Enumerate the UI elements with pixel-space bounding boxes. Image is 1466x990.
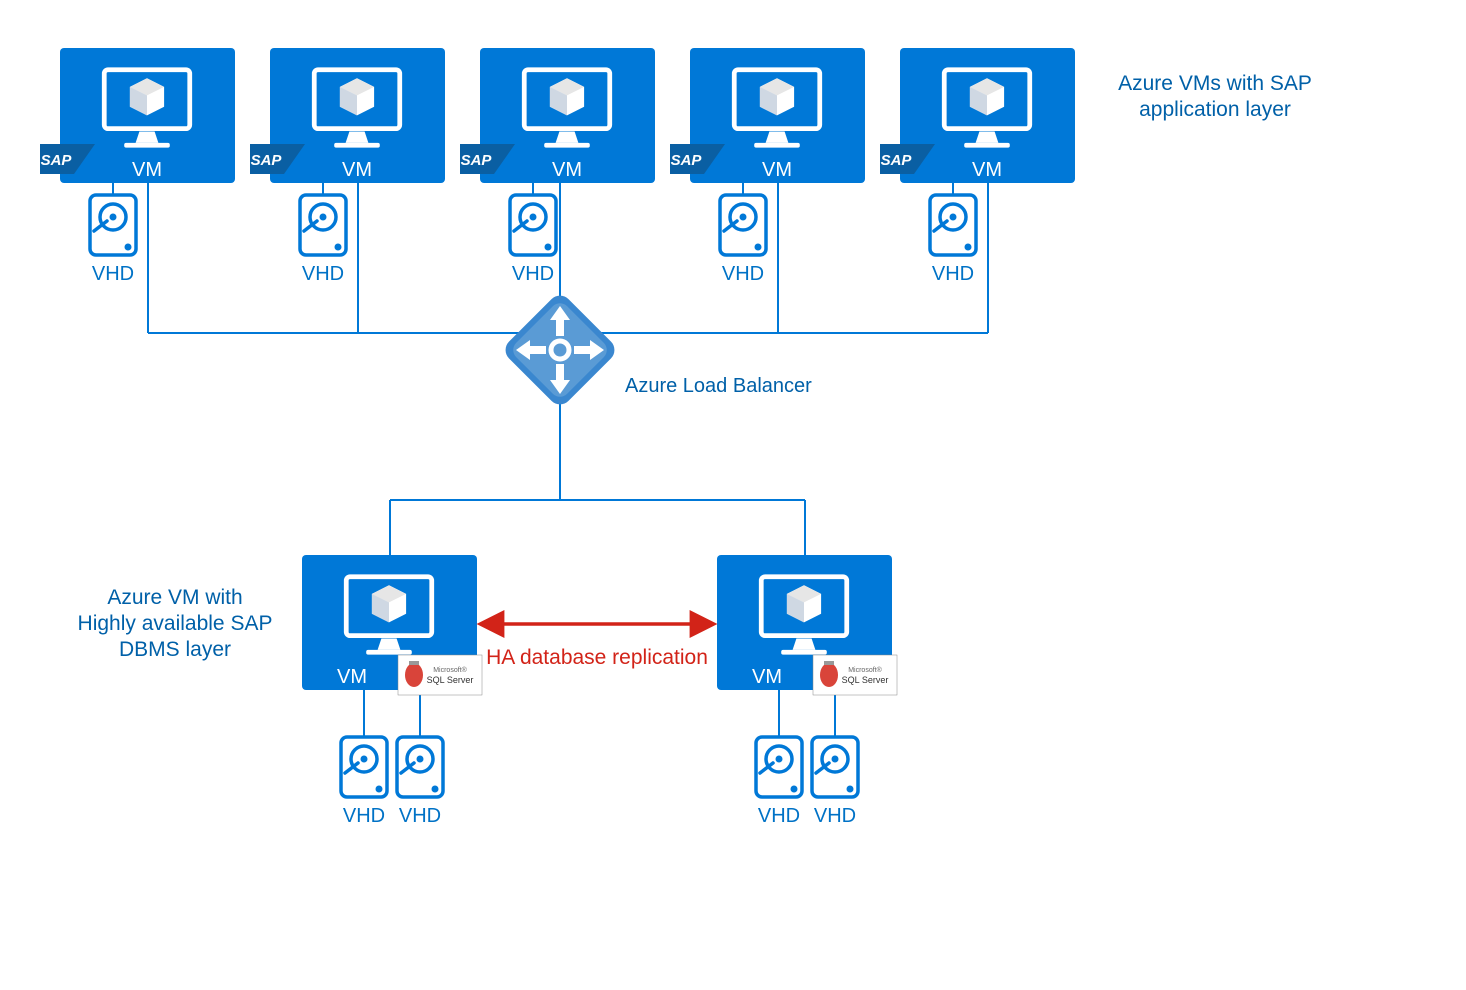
app-vm-2	[250, 48, 445, 183]
db-vhd-row	[341, 737, 858, 827]
load-balancer-icon	[501, 291, 620, 410]
app-vm-5	[880, 48, 1075, 183]
app-vm-4	[670, 48, 865, 183]
db-vm-1	[302, 555, 482, 695]
app-vm-1	[40, 48, 235, 183]
ha-replication-label: HA database replication	[486, 646, 708, 669]
app-vhd-row	[90, 195, 976, 285]
svg-text:application layer: application layer	[1139, 98, 1291, 121]
architecture-diagram: VM SAP VM SQL Server Microsoft® VHD	[0, 0, 1466, 990]
db-layer-annotation: Azure VM with Highly available SAP DBMS …	[78, 586, 273, 661]
load-balancer-label: Azure Load Balancer	[625, 375, 812, 397]
svg-text:Azure VMs with SAP: Azure VMs with SAP	[1118, 72, 1312, 95]
svg-text:Azure VM with: Azure VM with	[107, 586, 242, 609]
app-vm-row	[40, 48, 1075, 183]
db-vm-2	[717, 555, 897, 695]
app-layer-annotation: Azure VMs with SAP application layer	[1118, 72, 1312, 121]
svg-text:DBMS layer: DBMS layer	[119, 638, 231, 661]
svg-text:Highly available SAP: Highly available SAP	[78, 612, 273, 635]
app-vm-3	[460, 48, 655, 183]
